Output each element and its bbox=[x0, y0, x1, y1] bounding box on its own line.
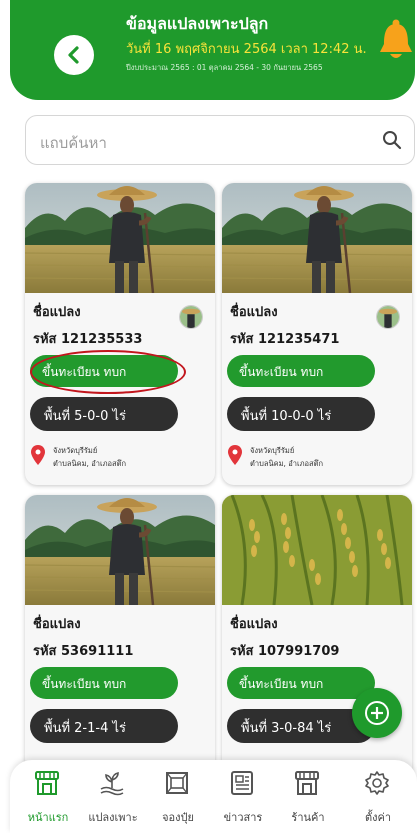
farmer-photo bbox=[25, 495, 215, 605]
location-pin-icon bbox=[31, 445, 45, 465]
nav-label: ร้านค้า bbox=[291, 811, 325, 824]
register-button[interactable]: ขึ้นทะเบียน ทบก bbox=[227, 355, 375, 387]
plot-card[interactable]: ชื่อแปลง รหัส 107991709 ขึ้นทะเบียน ทบก … bbox=[222, 495, 412, 797]
nav-item-settings[interactable]: ตั้งค่า bbox=[348, 766, 408, 828]
location-district: ตำบลนิคม, อำเภอสตึก bbox=[53, 459, 127, 468]
shop-icon bbox=[295, 771, 319, 795]
nav-label: ตั้งค่า bbox=[364, 811, 392, 824]
plant-icon bbox=[100, 772, 124, 796]
register-button[interactable]: ขึ้นทะเบียน ทบก bbox=[30, 667, 178, 699]
rice-photo bbox=[222, 495, 412, 605]
area-button[interactable]: พื้นที่ 10-0-0 ไร่ bbox=[227, 397, 375, 431]
plot-name: ชื่อแปลง bbox=[230, 305, 278, 320]
location-province: จังหวัดบุรีรัมย์ bbox=[53, 446, 98, 455]
plot-code: รหัส 107991709 bbox=[230, 644, 340, 659]
nav-item-fertilizer[interactable]: จองปุ๋ย bbox=[148, 766, 208, 828]
nav-item-news[interactable]: ข่าวสาร bbox=[213, 766, 273, 828]
location-province: จังหวัดบุรีรัมย์ bbox=[250, 446, 295, 455]
highlight-annotation bbox=[30, 350, 186, 394]
plot-code: รหัส 53691111 bbox=[33, 644, 134, 659]
plot-card[interactable]: ชื่อแปลง รหัส 53691111 ขึ้นทะเบียน ทบก พ… bbox=[25, 495, 215, 797]
plot-card[interactable]: ชื่อแปลง รหัส 121235533 ขึ้นทะเบียน ทบก … bbox=[25, 183, 215, 485]
bottom-nav: หน้าแรก แปลงเพาะ จองปุ๋ย ข่าวสาร ร้านค้า… bbox=[10, 760, 417, 833]
nav-label: แปลงเพาะ bbox=[88, 811, 138, 824]
nav-label: หน้าแรก bbox=[27, 811, 69, 824]
farmer-photo bbox=[25, 183, 215, 293]
gear-icon bbox=[365, 771, 389, 795]
nav-item-shop[interactable]: ร้านค้า bbox=[278, 766, 338, 828]
plot-name: ชื่อแปลง bbox=[230, 617, 278, 632]
location-district: ตำบลนิคม, อำเภอสตึก bbox=[250, 459, 324, 468]
avatar bbox=[376, 305, 400, 329]
nav-item-home[interactable]: หน้าแรก bbox=[18, 766, 78, 828]
register-button[interactable]: ขึ้นทะเบียน ทบก bbox=[227, 667, 375, 699]
plot-code: รหัส 121235533 bbox=[33, 332, 143, 347]
avatar bbox=[179, 305, 203, 329]
plot-code: รหัส 121235471 bbox=[230, 332, 340, 347]
plus-icon bbox=[365, 701, 389, 725]
nav-label: ข่าวสาร bbox=[223, 811, 263, 824]
plot-card[interactable]: ชื่อแปลง รหัส 121235471 ขึ้นทะเบียน ทบก … bbox=[222, 183, 412, 485]
plot-name: ชื่อแปลง bbox=[33, 617, 81, 632]
nav-label: จองปุ๋ย bbox=[162, 811, 194, 824]
news-icon bbox=[231, 771, 253, 795]
area-button[interactable]: พื้นที่ 5-0-0 ไร่ bbox=[30, 397, 178, 431]
area-button[interactable]: พื้นที่ 2-1-4 ไร่ bbox=[30, 709, 178, 743]
nav-item-plots[interactable]: แปลงเพาะ bbox=[83, 766, 143, 828]
add-plot-button[interactable] bbox=[352, 688, 402, 738]
location-pin-icon bbox=[228, 445, 242, 465]
sack-icon bbox=[166, 772, 188, 794]
plot-name: ชื่อแปลง bbox=[33, 305, 81, 320]
store-icon bbox=[35, 771, 59, 795]
farmer-photo bbox=[222, 183, 412, 293]
